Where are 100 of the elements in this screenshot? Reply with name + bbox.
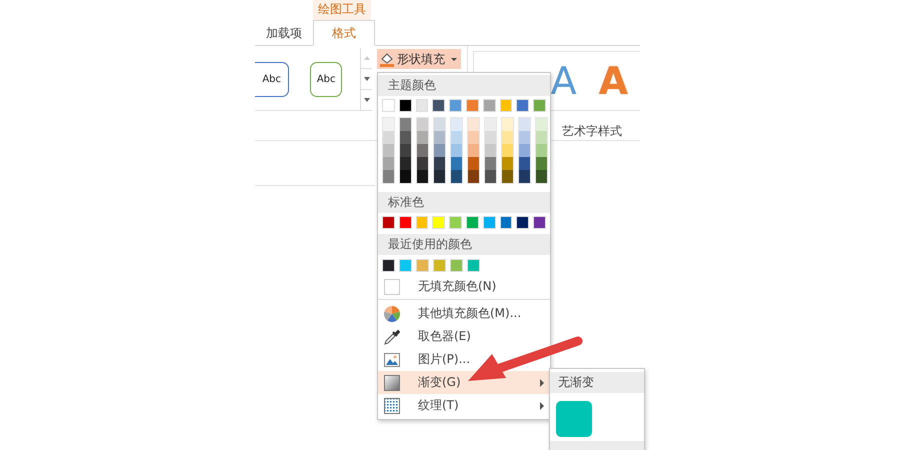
color-swatch[interactable] xyxy=(432,99,446,112)
color-swatch[interactable] xyxy=(485,157,496,170)
color-swatch[interactable] xyxy=(519,118,530,131)
color-swatch[interactable] xyxy=(502,170,513,183)
shape-fill-button[interactable]: 形状填充 xyxy=(377,49,461,69)
color-swatch[interactable] xyxy=(500,99,512,112)
color-swatch[interactable] xyxy=(451,144,462,157)
color-swatch[interactable] xyxy=(432,216,446,229)
color-swatch[interactable] xyxy=(536,157,547,170)
color-swatch[interactable] xyxy=(482,99,496,112)
color-swatch[interactable] xyxy=(400,131,411,144)
section-heading: 无渐变 xyxy=(550,372,644,393)
color-swatch[interactable] xyxy=(382,259,395,272)
shape-style-option[interactable]: Abc xyxy=(255,62,290,97)
paint-bucket-icon xyxy=(379,51,395,67)
context-tab-group-label: 绘图工具 xyxy=(313,0,371,20)
color-swatch[interactable] xyxy=(434,170,445,183)
color-swatch[interactable] xyxy=(536,118,547,131)
color-swatch[interactable] xyxy=(468,118,479,131)
color-swatch[interactable] xyxy=(466,216,479,229)
menu-item[interactable]: 其他填充颜色(M)... xyxy=(378,302,550,325)
color-swatch[interactable] xyxy=(383,131,394,144)
shape-style-option[interactable]: Abc xyxy=(310,62,342,97)
color-swatch[interactable] xyxy=(533,216,546,229)
color-swatch[interactable] xyxy=(468,157,479,170)
color-swatch[interactable] xyxy=(500,216,512,229)
color-swatch[interactable] xyxy=(416,99,428,112)
color-swatch[interactable] xyxy=(482,216,496,229)
color-swatch[interactable] xyxy=(468,131,479,144)
ribbon-tab[interactable]: 格式 xyxy=(313,20,375,46)
color-swatch[interactable] xyxy=(516,99,530,112)
menu-item[interactable]: 图片(P)... xyxy=(378,348,550,371)
color-swatch[interactable] xyxy=(383,144,394,157)
picture-icon xyxy=(384,352,400,368)
color-swatch[interactable] xyxy=(449,99,462,112)
color-swatch[interactable] xyxy=(417,144,428,157)
color-swatch[interactable] xyxy=(536,144,547,157)
section-heading: 最近使用的颜色 xyxy=(378,234,550,255)
color-swatch[interactable] xyxy=(519,170,530,183)
menu-item[interactable]: 渐变(G) xyxy=(378,371,550,394)
color-swatch[interactable] xyxy=(383,170,394,183)
color-swatch[interactable] xyxy=(468,144,479,157)
color-swatch[interactable] xyxy=(467,259,480,272)
empty-swatch-icon xyxy=(384,278,400,294)
color-swatch[interactable] xyxy=(449,216,462,229)
color-swatch[interactable] xyxy=(399,259,412,272)
color-wheel-icon xyxy=(384,306,400,322)
color-swatch[interactable] xyxy=(485,131,496,144)
color-swatch[interactable] xyxy=(466,99,479,112)
menu-item[interactable]: 取色器(E) xyxy=(378,325,550,348)
color-swatch[interactable] xyxy=(485,144,496,157)
color-swatch[interactable] xyxy=(485,118,496,131)
color-swatch[interactable] xyxy=(416,259,429,272)
menu-item[interactable]: 纹理(T) xyxy=(378,394,550,417)
color-swatch[interactable] xyxy=(398,99,412,112)
color-swatch[interactable] xyxy=(502,118,513,131)
color-swatch[interactable] xyxy=(450,259,463,272)
color-swatch[interactable] xyxy=(519,157,530,170)
color-swatch[interactable] xyxy=(416,216,428,229)
color-swatch[interactable] xyxy=(417,157,428,170)
gradient-preset[interactable] xyxy=(556,401,592,437)
color-swatch[interactable] xyxy=(382,99,395,112)
color-swatch[interactable] xyxy=(536,131,547,144)
ribbon-tab[interactable]: 加载项 xyxy=(255,21,313,45)
color-swatch[interactable] xyxy=(516,216,530,229)
color-swatch[interactable] xyxy=(536,170,547,183)
texture-icon xyxy=(384,398,400,414)
group-label: 艺术字样式 xyxy=(562,123,623,140)
color-swatch[interactable] xyxy=(451,118,462,131)
color-swatch[interactable] xyxy=(433,259,446,272)
color-swatch[interactable] xyxy=(451,170,462,183)
color-swatch[interactable] xyxy=(502,131,513,144)
color-swatch[interactable] xyxy=(451,131,462,144)
color-swatch[interactable] xyxy=(519,131,530,144)
color-swatch[interactable] xyxy=(417,118,428,131)
color-swatch[interactable] xyxy=(533,99,546,112)
color-swatch[interactable] xyxy=(434,157,445,170)
color-swatch[interactable] xyxy=(417,131,428,144)
color-swatch[interactable] xyxy=(485,170,496,183)
gradient-swatch-icon xyxy=(384,374,400,390)
color-swatch[interactable] xyxy=(434,144,445,157)
eyedropper-icon xyxy=(384,328,400,344)
color-swatch[interactable] xyxy=(398,216,412,229)
color-swatch[interactable] xyxy=(434,131,445,144)
color-swatch[interactable] xyxy=(468,170,479,183)
color-swatch[interactable] xyxy=(519,144,530,157)
color-swatch[interactable] xyxy=(417,170,428,183)
menu-item[interactable]: 无填充颜色(N) xyxy=(378,275,550,298)
color-swatch[interactable] xyxy=(502,157,513,170)
color-swatch[interactable] xyxy=(383,157,394,170)
color-swatch[interactable] xyxy=(382,216,395,229)
color-swatch[interactable] xyxy=(400,157,411,170)
color-swatch[interactable] xyxy=(434,118,445,131)
color-swatch[interactable] xyxy=(451,157,462,170)
section-heading: 标准色 xyxy=(378,192,550,213)
color-swatch[interactable] xyxy=(383,118,394,131)
color-swatch[interactable] xyxy=(400,118,411,131)
color-swatch[interactable] xyxy=(400,144,411,157)
color-swatch[interactable] xyxy=(502,144,513,157)
color-swatch[interactable] xyxy=(400,170,411,183)
